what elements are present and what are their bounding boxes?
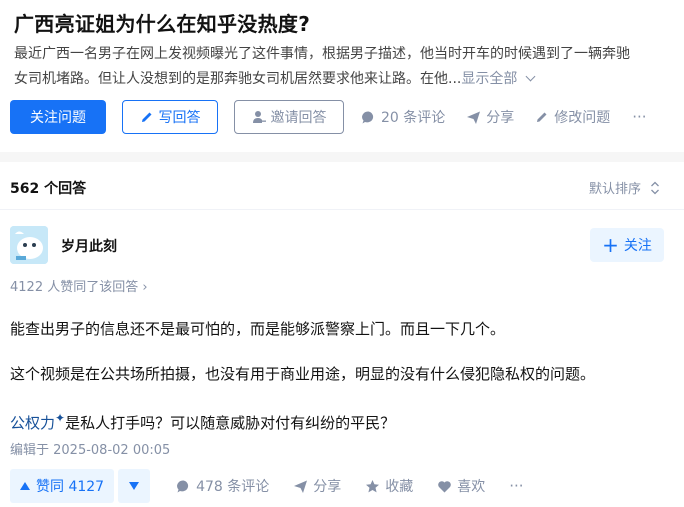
- share-icon: [294, 480, 308, 493]
- answer-author: 岁月此刻 + 关注: [10, 226, 670, 264]
- follow-question-button[interactable]: 关注问题: [10, 100, 106, 134]
- answer-paragraph: 这个视频是在公共场所拍摄，也没有用于商业用途，明显的没有什么侵犯隐私权的问题。: [10, 365, 596, 383]
- avatar-image: [10, 226, 48, 264]
- collect-button[interactable]: 收藏: [365, 476, 413, 496]
- agree-count-link[interactable]: 4122 人赞同了该回答 ›: [10, 276, 148, 295]
- invite-answer-button[interactable]: 邀请回答: [234, 100, 344, 134]
- pencil-icon: [141, 112, 151, 122]
- comment-icon: [362, 110, 374, 123]
- question-title: 广西亮证姐为什么在知乎没热度?: [14, 12, 311, 36]
- downvote-arrow-icon: [129, 482, 140, 490]
- section-divider: [0, 152, 684, 162]
- downvote-button[interactable]: [118, 469, 151, 503]
- answer-paragraph-text: 是私人打手吗？可以随意威胁对付有纠纷的平民？: [65, 414, 396, 432]
- sort-dropdown[interactable]: 默认排序: [589, 178, 660, 197]
- question-header: 广西亮证姐为什么在知乎没热度? 最近广西一名男子在网上发视频曝光了这件事情，根据…: [0, 0, 684, 152]
- like-label: 喜欢: [457, 479, 486, 495]
- answer-comments-label: 478 条评论: [196, 479, 270, 495]
- question-more-button[interactable]: ···: [632, 108, 646, 126]
- heart-icon: [438, 480, 452, 492]
- upvote-button[interactable]: 赞同 4127: [10, 469, 115, 503]
- question-description-line1: 最近广西一名男子在网上发视频曝光了这件事情，根据男子描述，他当时开车的时候遇到了…: [14, 46, 630, 62]
- answer-action-bar: 赞同 4127 478 条评论 分享 收藏 喜欢 ···: [10, 469, 524, 503]
- answer-share-label: 分享: [313, 479, 342, 495]
- write-answer-label: 写回答: [158, 110, 201, 126]
- sort-label: 默认排序: [588, 182, 641, 197]
- avatar[interactable]: [10, 226, 48, 264]
- star-icon: [366, 479, 380, 492]
- question-share-label: 分享: [486, 110, 515, 126]
- answers-header: 562 个回答 默认排序: [0, 162, 684, 210]
- show-all-link[interactable]: 显示全部: [461, 71, 517, 87]
- write-answer-button[interactable]: 写回答: [122, 100, 218, 134]
- chevron-down-icon[interactable]: [525, 71, 536, 82]
- follow-author-label: 关注: [623, 238, 652, 254]
- question-action-row: 关注问题 写回答 邀请回答 20 条评论 分享 修改问题 ···: [10, 100, 647, 134]
- answer-comments-button[interactable]: 478 条评论: [176, 476, 269, 496]
- answer-paragraph: 公权力✦是私人打手吗？可以随意威胁对付有纠纷的平民？: [10, 406, 395, 435]
- edit-question-label: 修改问题: [554, 110, 611, 126]
- question-description[interactable]: 最近广西一名男子在网上发视频曝光了这件事情，根据男子描述，他当时开车的时候遇到了…: [14, 42, 682, 92]
- edit-timestamp: 编辑于 2025-08-02 00:05: [10, 443, 171, 458]
- answers-count: 562 个回答: [10, 181, 87, 197]
- keyword-link[interactable]: 公权力: [10, 414, 55, 432]
- question-share-button[interactable]: 分享: [466, 107, 514, 127]
- answer-more-button[interactable]: ···: [509, 477, 523, 495]
- keyword-search-icon: ✦: [55, 411, 66, 425]
- question-comments-label: 20 条评论: [381, 110, 446, 126]
- answer-paragraph: 能查出男子的信息还不是最可怕的，而是能够派警察上门。而且一下几个。: [10, 320, 506, 338]
- sort-arrows-icon: [651, 181, 659, 194]
- upvote-label: 赞同 4127: [36, 479, 105, 495]
- question-description-line2: 女司机堵路。但让人没想到的是那奔驰女司机居然要求他来让路。在他...: [14, 71, 462, 87]
- follow-author-button[interactable]: + 关注: [590, 228, 664, 262]
- upvote-arrow-icon: [20, 482, 30, 490]
- share-icon: [467, 111, 481, 124]
- comment-icon: [177, 479, 189, 492]
- collect-label: 收藏: [385, 479, 414, 495]
- like-button[interactable]: 喜欢: [437, 476, 485, 496]
- question-comments-button[interactable]: 20 条评论: [361, 107, 445, 127]
- author-name[interactable]: 岁月此刻: [61, 236, 117, 256]
- pencil-icon: [537, 112, 547, 122]
- invite-user-icon: [252, 111, 266, 123]
- answer-share-button[interactable]: 分享: [293, 476, 341, 496]
- edit-question-button[interactable]: 修改问题: [535, 107, 610, 127]
- invite-answer-label: 邀请回答: [270, 110, 327, 126]
- plus-icon: +: [602, 233, 619, 257]
